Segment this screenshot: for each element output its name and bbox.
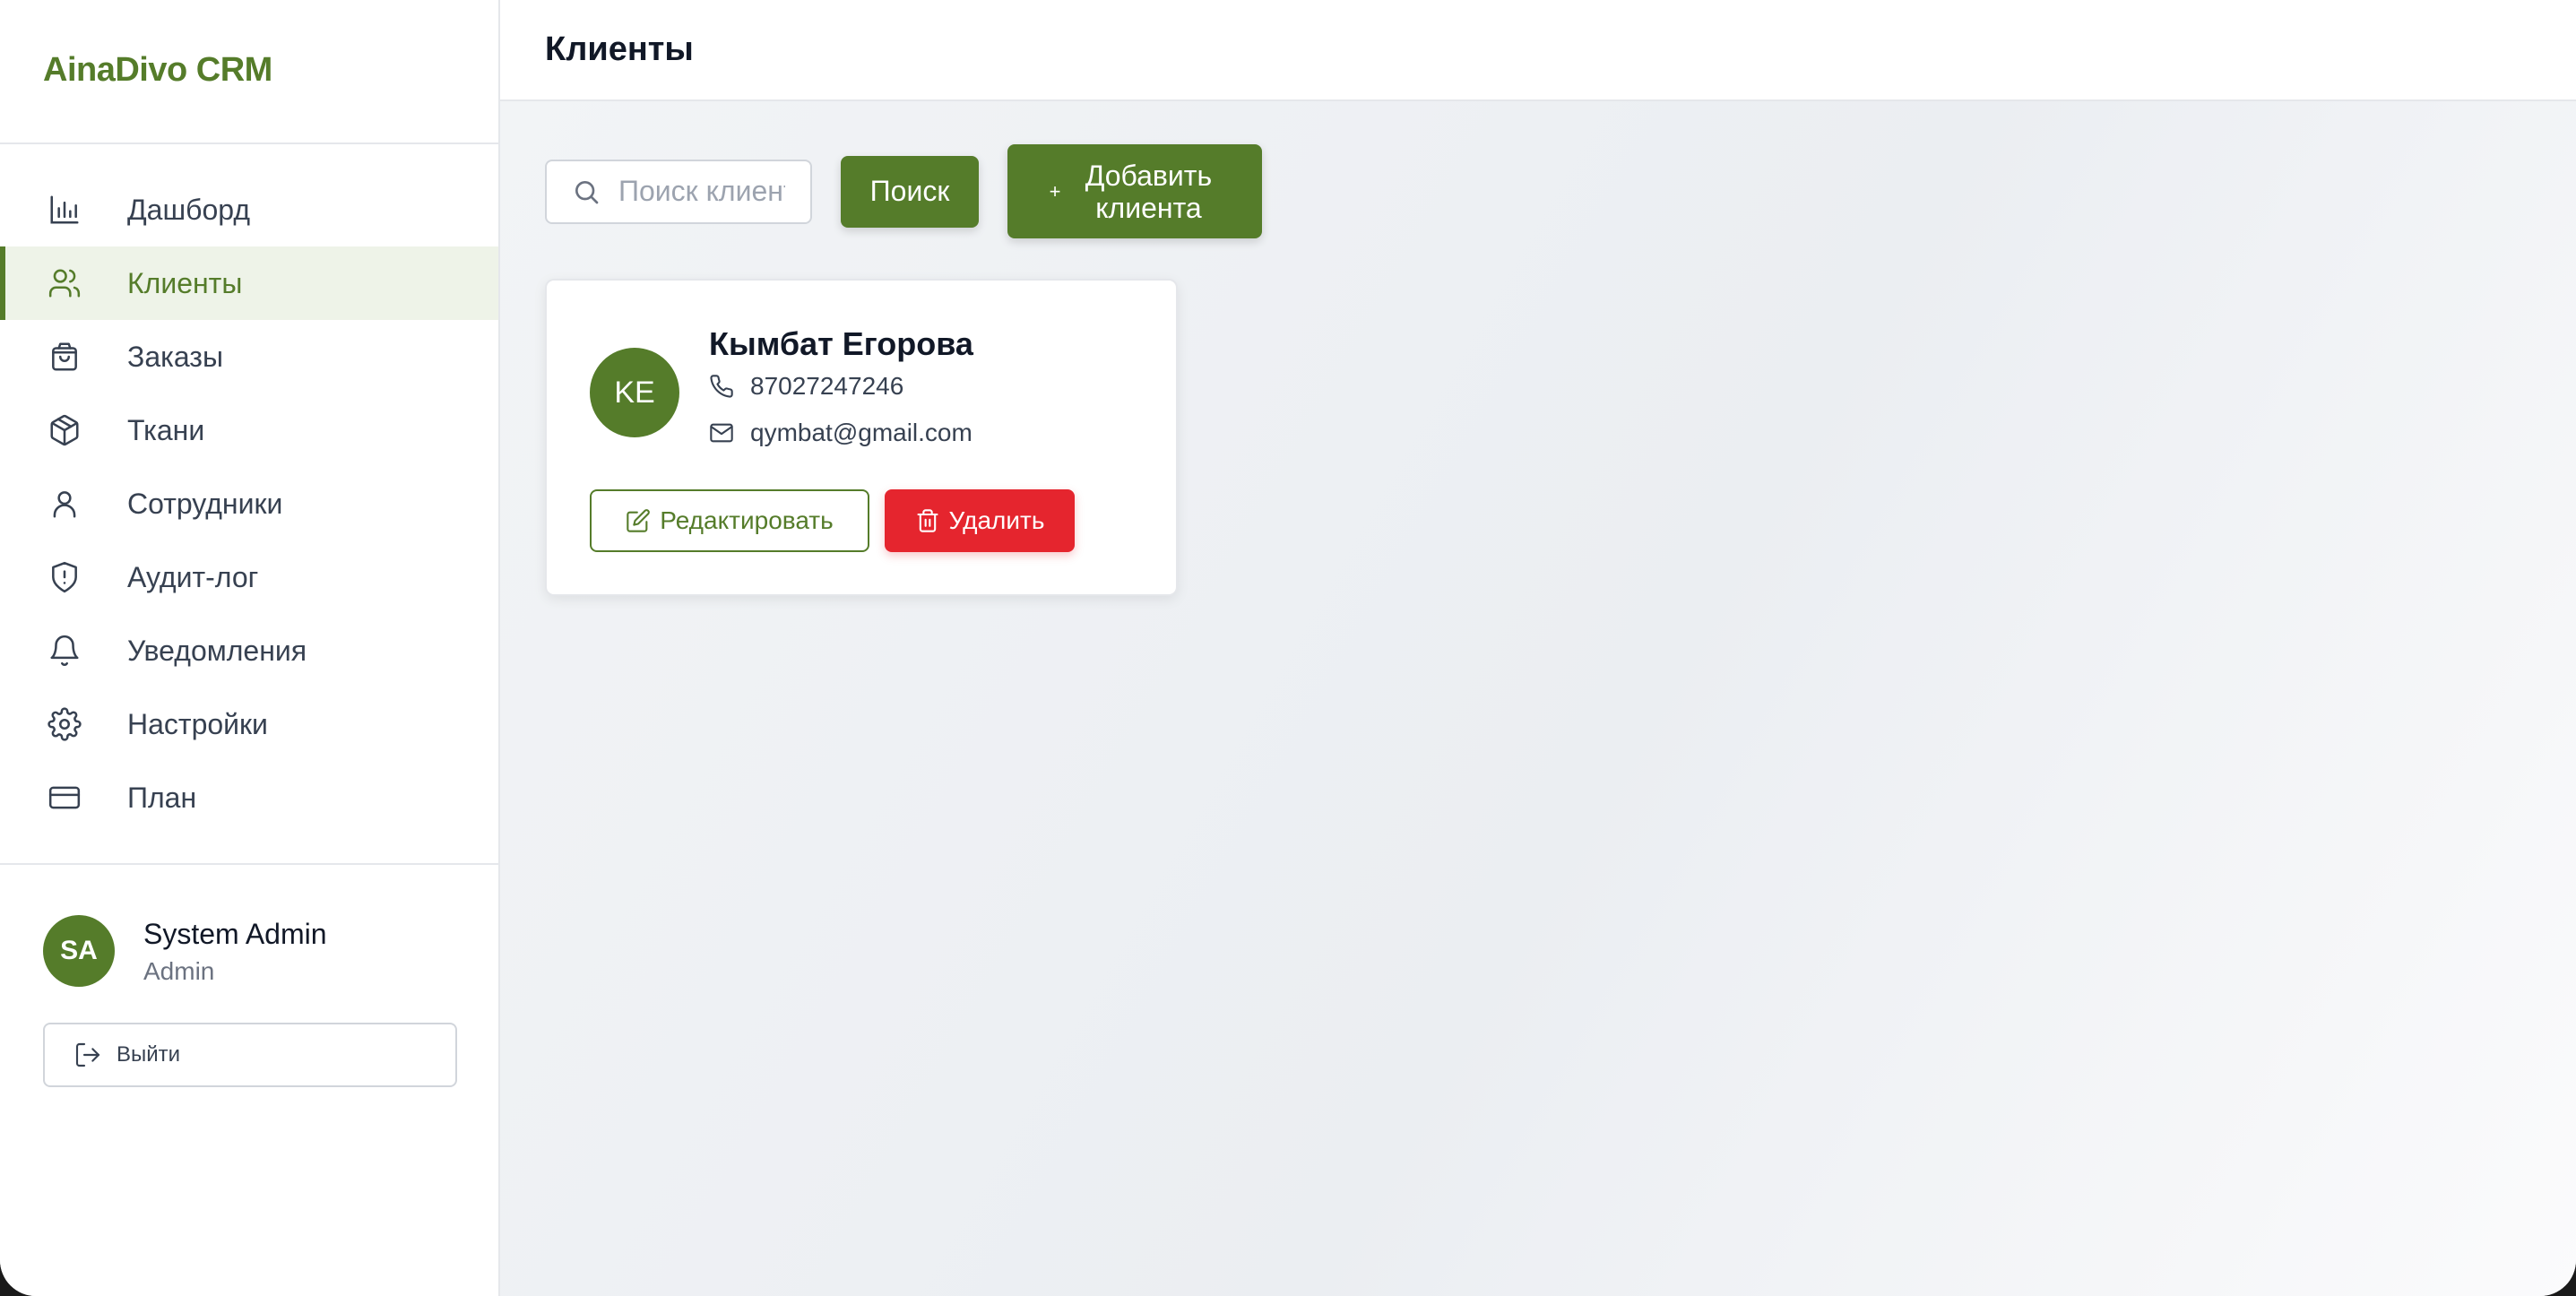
sidebar-item-label: Ткани <box>127 413 205 446</box>
sidebar-item-orders[interactable]: Заказы <box>0 320 498 393</box>
search-icon <box>575 180 599 203</box>
page-title: Клиенты <box>545 30 694 68</box>
shield-alert-icon <box>47 559 82 595</box>
page-header: Клиенты <box>500 0 2576 101</box>
sidebar-item-label: Заказы <box>127 340 223 373</box>
users-icon <box>47 265 82 301</box>
logo-area: AinaDivo CRM <box>0 0 498 144</box>
sidebar-item-dashboard[interactable]: Дашборд <box>0 173 498 246</box>
add-client-button[interactable]: + Добавить клиента <box>1007 144 1262 238</box>
edit-client-button[interactable]: Редактировать <box>590 489 869 552</box>
gear-icon <box>47 706 82 742</box>
sidebar-item-clients[interactable]: Клиенты <box>0 246 498 320</box>
mail-icon <box>710 423 733 443</box>
edit-label: Редактировать <box>660 506 834 534</box>
main-content: Клиенты Поиск + Добавить клиента KE Кымб… <box>500 0 2576 1296</box>
sidebar-item-label: Клиенты <box>127 266 243 299</box>
user-name: System Admin <box>143 918 327 950</box>
client-email-value: qymbat@gmail.com <box>750 419 972 446</box>
logout-button[interactable]: Выйти <box>43 1023 457 1087</box>
package-icon <box>47 412 82 448</box>
sidebar-item-label: План <box>127 781 197 814</box>
edit-icon <box>627 509 651 532</box>
sidebar-item-audit-log[interactable]: Аудит-лог <box>0 540 498 614</box>
user-profile: SA System Admin Admin <box>0 865 498 987</box>
sidebar-item-label: Настройки <box>127 707 268 740</box>
phone-icon <box>710 375 733 398</box>
sidebar-item-employees[interactable]: Сотрудники <box>0 467 498 540</box>
client-phone-value: 87027247246 <box>750 372 904 400</box>
avatar: SA <box>43 915 115 987</box>
client-avatar: KE <box>590 348 679 437</box>
shopping-bag-icon <box>47 339 82 375</box>
plus-icon: + <box>1049 179 1061 203</box>
app-window: AinaDivo CRM Дашборд Клиенты Заказы Ткан… <box>0 0 2576 1296</box>
app-logo[interactable]: AinaDivo CRM <box>43 51 272 90</box>
sidebar-item-settings[interactable]: Настройки <box>0 687 498 761</box>
client-phone: 87027247246 <box>709 372 903 401</box>
sidebar-item-fabrics[interactable]: Ткани <box>0 393 498 467</box>
user-info: System Admin Admin <box>143 916 327 986</box>
user-role: Admin <box>143 957 215 985</box>
user-icon <box>47 486 82 522</box>
bell-icon <box>47 633 82 669</box>
sidebar-item-notifications[interactable]: Уведомления <box>0 614 498 687</box>
search-box <box>545 159 812 224</box>
client-name: Кымбат Егорова <box>709 325 973 362</box>
sidebar-item-label: Сотрудники <box>127 487 283 520</box>
search-button-label: Поиск <box>869 175 950 207</box>
user-panel: SA System Admin Admin Выйти <box>0 863 498 1087</box>
sidebar-item-label: Дашборд <box>127 193 250 226</box>
credit-card-icon <box>47 780 82 816</box>
client-card: KE Кымбат Егорова 87027247246 qymbat@gma… <box>545 279 1178 596</box>
logout-icon <box>75 1042 100 1067</box>
sidebar-item-label: Уведомления <box>127 634 307 667</box>
toolbar: Поиск + Добавить клиента <box>545 144 1262 238</box>
delete-client-button[interactable]: Удалить <box>885 489 1075 552</box>
sidebar-item-plan[interactable]: План <box>0 761 498 834</box>
sidebar: AinaDivo CRM Дашборд Клиенты Заказы Ткан… <box>0 0 500 1296</box>
search-button[interactable]: Поиск <box>841 155 979 228</box>
bar-chart-icon <box>47 192 82 228</box>
search-input[interactable] <box>617 174 787 209</box>
client-email: qymbat@gmail.com <box>709 419 972 447</box>
sidebar-nav: Дашборд Клиенты Заказы Ткани Сотрудники … <box>0 173 498 834</box>
trash-icon <box>916 509 938 532</box>
sidebar-item-label: Аудит-лог <box>127 560 259 593</box>
add-client-label: Добавить клиента <box>1085 159 1213 224</box>
delete-label: Удалить <box>948 506 1045 534</box>
logout-label: Выйти <box>117 1042 181 1067</box>
